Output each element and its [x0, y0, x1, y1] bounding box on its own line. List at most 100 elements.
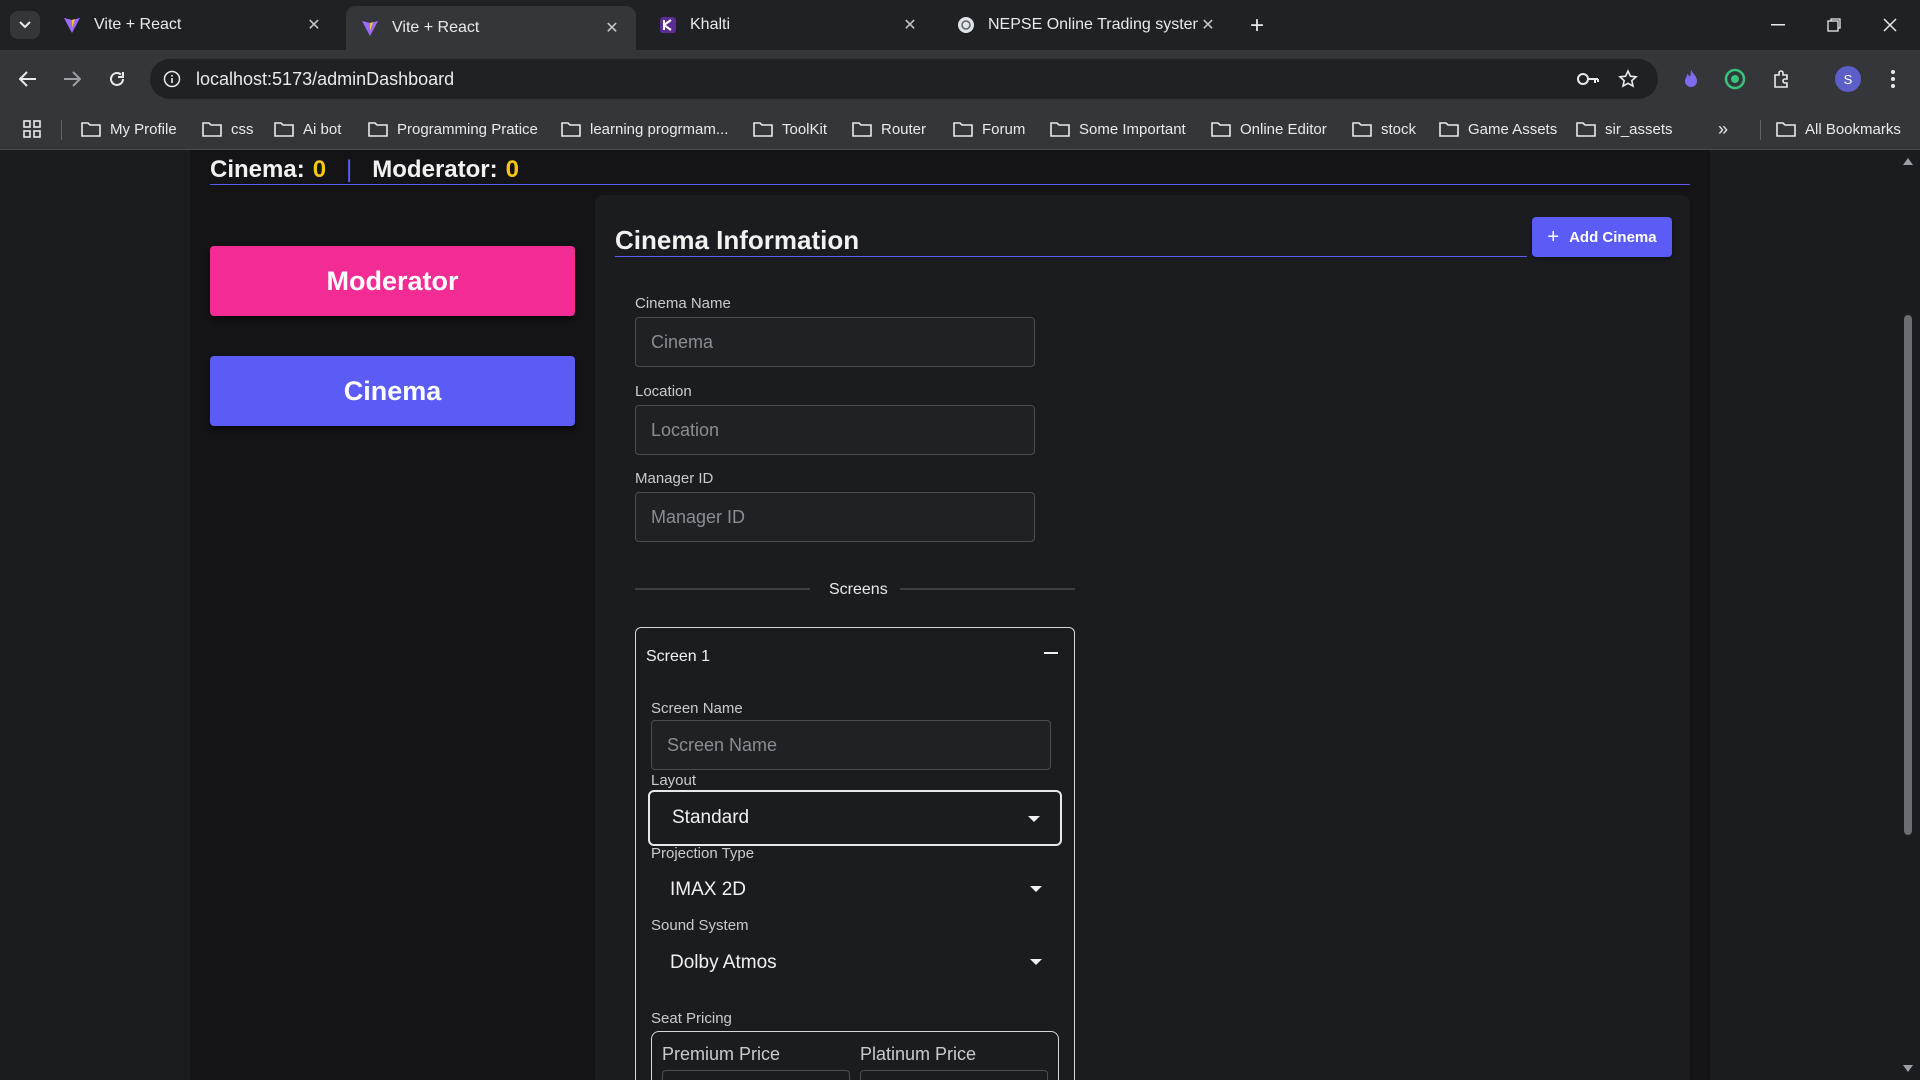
tab-search-button[interactable]	[10, 11, 40, 39]
bookmark-folder[interactable]: My Profile	[81, 116, 177, 142]
bookmark-folder[interactable]: learning progrmam...	[561, 116, 728, 142]
scroll-down-icon[interactable]	[1903, 1065, 1913, 1072]
bookmark-folder[interactable]: stock	[1352, 116, 1416, 142]
minimize-button[interactable]	[1758, 8, 1798, 42]
minimize-icon	[1771, 24, 1785, 26]
new-tab-button[interactable]: +	[1243, 12, 1271, 40]
bookmark-folder[interactable]: Game Assets	[1439, 116, 1557, 142]
forward-button[interactable]	[57, 64, 87, 94]
extension-circle-icon[interactable]	[1720, 64, 1750, 94]
premium-price-label: Premium Price	[662, 1044, 781, 1064]
folder-icon	[1050, 122, 1070, 137]
close-icon[interactable]: ✕	[602, 18, 622, 38]
reload-button[interactable]	[102, 64, 132, 94]
extensions-puzzle-icon[interactable]	[1767, 64, 1797, 94]
add-cinema-label: Add Cinema	[1569, 228, 1657, 246]
restore-button[interactable]	[1814, 8, 1854, 42]
tab-nepse[interactable]: NEPSE Online Trading system ✕	[942, 6, 1232, 44]
layout-label: Layout	[651, 772, 697, 789]
apps-grid-icon[interactable]	[22, 116, 51, 142]
cinema-form-panel: Cinema Information + Add Cinema Cinema N…	[595, 195, 1690, 1080]
screen-name-label: Screen Name	[651, 700, 743, 717]
bookmark-label: sir_assets	[1605, 120, 1673, 138]
folder-icon	[753, 122, 773, 137]
cinema-name-label: Cinema Name	[635, 295, 731, 312]
tab-vite-2[interactable]: Vite + React ✕	[346, 6, 636, 50]
folder-icon	[1211, 122, 1231, 137]
bookmark-folder[interactable]: Some Important	[1050, 116, 1186, 142]
bookmark-label: Ai bot	[303, 120, 342, 138]
chevron-down-icon	[19, 21, 31, 29]
profile-avatar[interactable]: S	[1835, 66, 1861, 92]
platinum-price-input[interactable]	[860, 1070, 1048, 1080]
bookmark-folder[interactable]: Online Editor	[1211, 116, 1327, 142]
screen-name-input[interactable]	[651, 720, 1051, 770]
bookmark-folder[interactable]: Forum	[953, 116, 1025, 142]
bookmarks-overflow-icon[interactable]: »	[1718, 116, 1728, 142]
bookmark-label: css	[231, 120, 254, 138]
page-scrollbar[interactable]	[1896, 150, 1920, 1080]
moderator-button[interactable]: Moderator	[210, 246, 575, 316]
close-window-button[interactable]	[1870, 8, 1910, 42]
tab-title: Khalti	[690, 16, 731, 33]
screen-title: Screen 1	[646, 648, 711, 665]
minus-icon[interactable]	[1044, 652, 1058, 654]
add-cinema-button[interactable]: + Add Cinema	[1532, 217, 1672, 257]
bookmark-separator	[1760, 120, 1761, 140]
layout-select[interactable]: Standard	[648, 790, 1062, 846]
screens-divider-right	[900, 588, 1075, 590]
manager-id-input[interactable]	[635, 492, 1035, 542]
tab-vite-1[interactable]: Vite + React ✕	[48, 6, 338, 44]
all-bookmarks-folder[interactable]: All Bookmarks	[1776, 116, 1901, 142]
seat-pricing-card: Premium Price Platinum Price	[651, 1031, 1059, 1080]
extension-flame-icon[interactable]	[1676, 64, 1706, 94]
premium-price-input[interactable]	[662, 1070, 850, 1080]
sound-system-value: Dolby Atmos	[670, 952, 777, 973]
vite-icon	[62, 15, 82, 35]
moderator-count: 0	[505, 156, 519, 183]
page-viewport: Cinema: 0 | Moderator: 0 Moderator Cinem…	[0, 150, 1920, 1080]
sound-system-select[interactable]: Dolby Atmos	[648, 935, 1062, 991]
scrollbar-thumb[interactable]	[1904, 315, 1912, 835]
tab-title: Vite + React	[94, 16, 182, 33]
scroll-up-icon[interactable]	[1903, 158, 1913, 165]
cinema-name-input[interactable]	[635, 317, 1035, 367]
projection-type-value: IMAX 2D	[670, 879, 747, 900]
close-icon[interactable]: ✕	[304, 15, 324, 35]
url-text: localhost:5173/adminDashboard	[196, 68, 455, 89]
folder-icon	[202, 122, 222, 137]
more-menu-icon[interactable]	[1878, 64, 1908, 94]
arrow-left-icon	[19, 71, 36, 87]
tab-title: NEPSE Online Trading system	[988, 16, 1198, 33]
cinema-count-label: Cinema:	[210, 156, 305, 183]
restore-icon	[1827, 18, 1841, 32]
close-icon[interactable]: ✕	[900, 15, 920, 35]
admin-dashboard: Cinema: 0 | Moderator: 0 Moderator Cinem…	[190, 150, 1710, 1080]
address-bar[interactable]: localhost:5173/adminDashboard	[150, 59, 1658, 99]
bookmark-folder[interactable]: Router	[852, 116, 926, 142]
bookmark-folder[interactable]: Ai bot	[274, 116, 341, 142]
site-info-icon[interactable]	[152, 59, 192, 99]
close-icon[interactable]: ✕	[1198, 15, 1218, 35]
cinema-button[interactable]: Cinema	[210, 356, 575, 426]
projection-type-select[interactable]: IMAX 2D	[648, 862, 1062, 918]
bookmark-star-icon[interactable]	[1610, 59, 1646, 99]
moderator-count-label: Moderator:	[372, 156, 498, 183]
bookmark-folder[interactable]: ToolKit	[753, 116, 827, 142]
back-button[interactable]	[13, 64, 43, 94]
bookmark-folder[interactable]: sir_assets	[1576, 116, 1673, 142]
seat-pricing-label: Seat Pricing	[651, 1010, 732, 1027]
bookmark-label: Game Assets	[1468, 120, 1558, 138]
caret-down-icon	[1028, 816, 1040, 822]
bookmark-folder[interactable]: Programming Pratice	[368, 116, 538, 142]
stats-separator: |	[346, 156, 353, 183]
bookmark-folder[interactable]: css	[202, 116, 254, 142]
plus-icon: +	[1547, 225, 1560, 248]
location-input[interactable]	[635, 405, 1035, 455]
folder-icon	[368, 122, 388, 137]
header-divider	[210, 184, 1690, 185]
password-key-icon[interactable]	[1570, 59, 1606, 99]
bookmark-label: learning progrmam...	[590, 120, 729, 138]
tab-khalti[interactable]: Khalti ✕	[644, 6, 934, 44]
bookmark-label: Some Important	[1079, 120, 1186, 138]
